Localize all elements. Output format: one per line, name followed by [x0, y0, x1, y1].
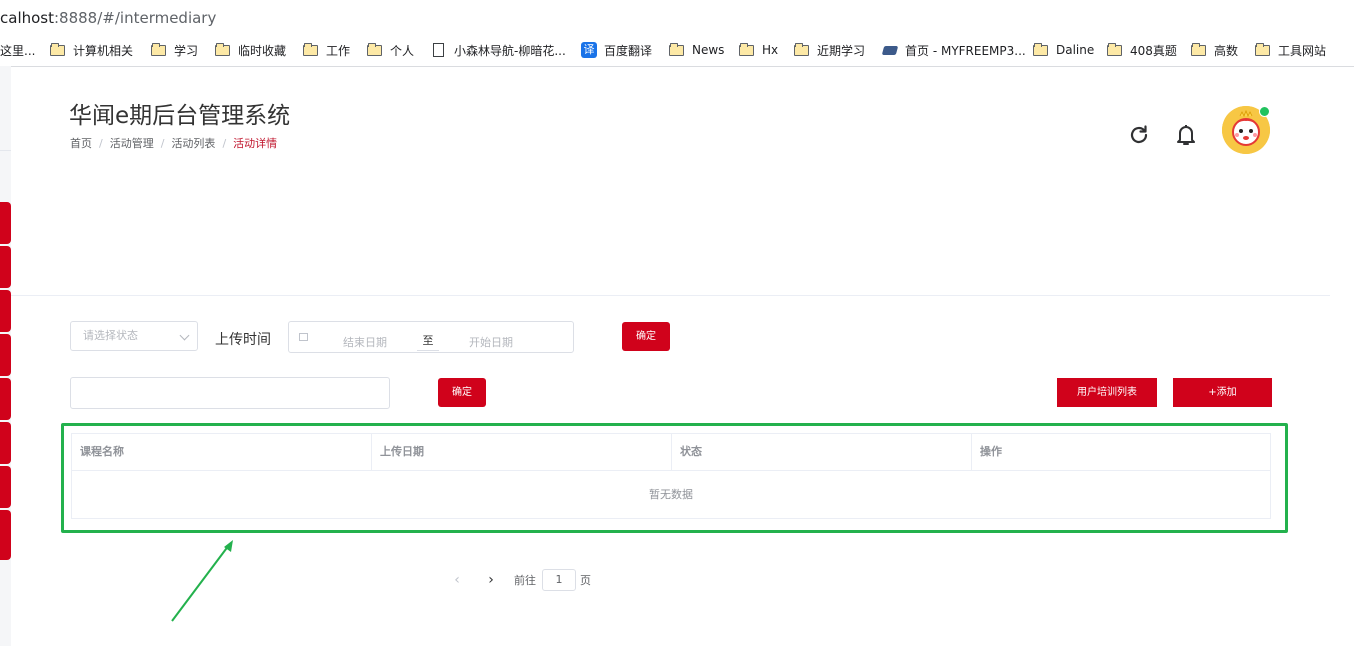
prev-page-button[interactable]: ‹ — [448, 568, 466, 592]
folder-icon — [367, 42, 383, 58]
bookmark-item[interactable]: 小森林导航-柳暗花... — [431, 41, 566, 59]
folder-icon — [1033, 42, 1049, 58]
breadcrumb-item-activity-management[interactable]: 活动管理 — [110, 135, 154, 151]
bookmark-label: 工具网站 — [1278, 43, 1327, 58]
bookmark-label: 这里... — [0, 43, 36, 58]
bookmark-label: 学习 — [174, 43, 199, 58]
breadcrumb-item-activity-detail: 活动详情 — [233, 137, 278, 150]
date-range-separator: 至 — [417, 332, 439, 351]
bookmark-item[interactable]: 高数 — [1191, 41, 1238, 59]
bookmark-item[interactable]: 临时收藏 — [215, 41, 286, 59]
bookmark-item[interactable]: 学习 — [151, 41, 198, 59]
folder-icon — [1107, 42, 1123, 58]
folder-icon — [151, 42, 167, 58]
bookmark-item[interactable]: 这里... — [0, 41, 35, 59]
bell-icon[interactable] — [1174, 122, 1198, 148]
search-input[interactable] — [70, 377, 390, 409]
search-confirm-button[interactable]: 确定 — [438, 378, 486, 407]
sidebar-tab[interactable] — [0, 334, 11, 376]
breadcrumb-item-activity-list[interactable]: 活动列表 — [171, 135, 215, 151]
collapsed-sidebar — [0, 66, 11, 646]
sidebar-tab[interactable] — [0, 378, 11, 420]
add-button[interactable]: +添加 — [1173, 378, 1272, 407]
folder-icon — [739, 42, 755, 58]
sidebar-tab[interactable] — [0, 422, 11, 464]
app-title: 华闻e期后台管理系统 — [69, 103, 291, 129]
bookmark-item[interactable]: 408真题 — [1107, 41, 1177, 59]
bookmark-item[interactable]: Daline — [1033, 41, 1094, 59]
refresh-icon[interactable] — [1127, 123, 1151, 147]
breadcrumb-separator: / — [99, 136, 103, 150]
bookmark-label: 小森林导航-柳暗花... — [454, 43, 566, 58]
bookmark-item[interactable]: 计算机相关 — [50, 41, 133, 59]
page-suffix-label: 页 — [580, 574, 591, 587]
bookmark-item[interactable]: 个人 — [367, 41, 414, 59]
sidebar-tab[interactable] — [0, 510, 11, 560]
online-status-dot — [1259, 106, 1270, 117]
url-host: calhost — [0, 9, 54, 27]
bookmark-label: 408真题 — [1130, 43, 1177, 58]
bookmark-label: 高数 — [1214, 43, 1239, 58]
folder-icon — [794, 42, 810, 58]
folder-icon — [303, 42, 319, 58]
bookmark-label: Daline — [1056, 43, 1095, 57]
folder-icon — [215, 42, 231, 58]
bookmark-item[interactable]: News — [669, 41, 724, 59]
date-range-picker[interactable]: 结束日期 至 开始日期 — [288, 321, 574, 353]
bookmark-item[interactable]: 近期学习 — [794, 41, 865, 59]
sidebar-divider — [0, 150, 11, 151]
bookmark-label: Hx — [762, 43, 779, 57]
status-select-placeholder: 请选择状态 — [83, 329, 138, 342]
status-select[interactable]: 请选择状态 — [70, 321, 198, 351]
bookmarks-bar: 这里... 计算机相关 学习 临时收藏 工作 个人 小森林导航-柳暗花... 译… — [0, 34, 1354, 67]
sidebar-tab[interactable] — [0, 246, 11, 288]
bookmark-item[interactable]: Hx — [739, 41, 778, 59]
bookmark-item[interactable]: 首页 - MYFREEMP3... — [882, 41, 1026, 59]
folder-icon — [669, 42, 685, 58]
pagination: ‹ › 前往 1 页 — [448, 568, 591, 592]
translate-icon: 译 — [581, 42, 597, 58]
mp3-site-icon — [882, 42, 898, 58]
folder-icon — [50, 42, 66, 58]
sidebar-tab[interactable] — [0, 202, 11, 244]
next-page-button[interactable]: › — [482, 568, 500, 592]
annotation-arrow — [171, 540, 233, 622]
bookmark-label: 个人 — [390, 43, 415, 58]
calendar-icon — [299, 333, 308, 341]
bookmark-item[interactable]: 工作 — [303, 41, 350, 59]
folder-icon — [1255, 42, 1271, 58]
folder-icon — [1191, 42, 1207, 58]
breadcrumb-separator: / — [160, 136, 165, 150]
bookmark-label: 计算机相关 — [73, 43, 134, 58]
goto-label: 前往 — [514, 574, 536, 587]
bookmark-label: 近期学习 — [817, 43, 866, 58]
user-training-list-button[interactable]: 用户培训列表 — [1057, 378, 1157, 407]
page-icon — [431, 42, 447, 58]
browser-address-bar[interactable]: calhost:8888/#/intermediary — [0, 0, 1354, 34]
page-number-input[interactable]: 1 — [542, 569, 576, 591]
bookmark-label: 临时收藏 — [238, 43, 287, 58]
bookmark-item[interactable]: 译百度翻译 — [581, 41, 652, 59]
upload-time-label: 上传时间 — [215, 332, 271, 348]
avatar[interactable] — [1222, 106, 1270, 154]
sidebar-tab[interactable] — [0, 466, 11, 508]
bookmark-label: News — [692, 43, 725, 57]
sidebar-tab[interactable] — [0, 290, 11, 332]
filter-confirm-button[interactable]: 确定 — [622, 322, 670, 351]
bookmark-label: 工作 — [326, 43, 351, 58]
header-divider — [11, 295, 1330, 296]
annotation-highlight-box — [61, 423, 1288, 533]
url-text[interactable]: calhost:8888/#/intermediary — [0, 9, 216, 27]
breadcrumb: 首页 / 活动管理 / 活动列表 / 活动详情 — [70, 135, 277, 151]
date-end-input[interactable]: 开始日期 — [469, 334, 513, 350]
date-start-input[interactable]: 结束日期 — [343, 334, 387, 350]
chevron-down-icon — [179, 330, 190, 341]
breadcrumb-item-home[interactable]: 首页 — [70, 135, 92, 151]
bookmark-item[interactable]: 工具网站 — [1255, 41, 1326, 59]
url-path: :8888/#/intermediary — [54, 9, 217, 27]
bookmark-label: 首页 - MYFREEMP3... — [905, 43, 1026, 58]
breadcrumb-separator: / — [222, 136, 227, 150]
bookmark-label: 百度翻译 — [604, 43, 653, 58]
